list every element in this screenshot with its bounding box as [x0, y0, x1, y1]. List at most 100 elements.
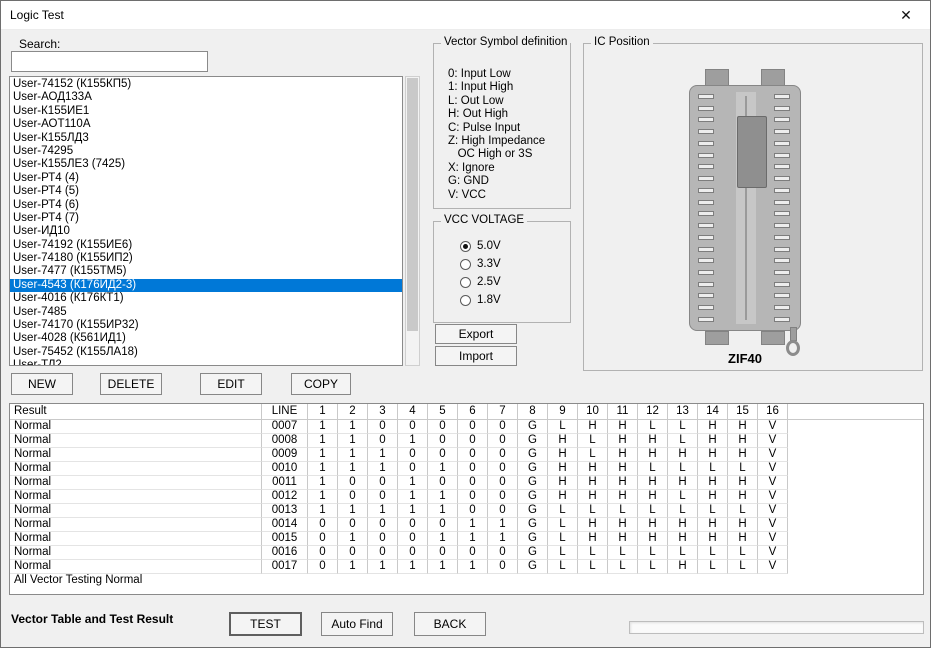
table-header-cell: 15 [728, 404, 758, 420]
list-item[interactable]: User-74180 (К155ИП2) [10, 252, 402, 265]
table-header-cell: 4 [398, 404, 428, 420]
list-item[interactable]: User-4028 (К561ИД1) [10, 332, 402, 345]
list-item[interactable]: User-7485 [10, 306, 402, 319]
table-row[interactable]: Normal 0015 0 1 0 0 1 1 1 G L H H H H H H V [10, 532, 923, 546]
list-item[interactable]: User-74152 (К155КП5) [10, 78, 402, 91]
list-item[interactable]: User-4016 (К176КТ1) [10, 292, 402, 305]
pin-value-cell: 0 [368, 434, 398, 448]
socket-pin-slot [774, 281, 790, 287]
ic-list[interactable]: User-74152 (К155КП5) User-АОД133А User-К15… [9, 76, 403, 366]
socket-pin-slot [698, 140, 714, 146]
list-item[interactable]: User-К155ЛД3 [10, 132, 402, 145]
test-button[interactable]: TEST [229, 612, 302, 636]
list-scrollbar[interactable] [405, 76, 420, 366]
table-row-filler [788, 434, 923, 448]
list-item[interactable]: User-75452 (К155ЛА18) [10, 346, 402, 359]
table-row[interactable]: Normal 0016 0 0 0 0 0 0 0 G L L L L L L L V [10, 546, 923, 560]
export-button[interactable]: Export [435, 324, 517, 344]
symbol-definition-line: L: Out Low [448, 94, 504, 107]
vcc-option-3-3v[interactable]: 3.3V [460, 255, 501, 273]
list-item[interactable]: User-7477 (К155ТМ5) [10, 265, 402, 278]
pin-value-cell: H [638, 448, 668, 462]
pin-value-cell: 0 [308, 518, 338, 532]
socket-pin-slot [698, 316, 714, 322]
table-header-cell: 11 [608, 404, 638, 420]
socket-pin-slot [774, 94, 790, 99]
table-header-cell: 5 [428, 404, 458, 420]
pin-value-cell: L [698, 546, 728, 560]
table-row[interactable]: Normal 0008 1 1 0 1 0 0 0 G H L H H L H H V [10, 434, 923, 448]
list-item[interactable]: User-РТ4 (6) [10, 199, 402, 212]
line-cell: 0007 [262, 420, 308, 434]
table-row[interactable]: Normal 0012 1 0 0 1 1 0 0 G H H H H L H H V [10, 490, 923, 504]
list-item[interactable]: User-К155ИЕ1 [10, 105, 402, 118]
list-item[interactable]: User-АОД133А [10, 91, 402, 104]
socket-pin-slot [698, 94, 714, 99]
vcc-option-label: 3.3V [477, 258, 501, 270]
vcc-option-2-5v[interactable]: 2.5V [460, 273, 501, 291]
table-header-cell: 2 [338, 404, 368, 420]
table-header-cell: 1 [308, 404, 338, 420]
pin-value-cell: H [668, 518, 698, 532]
line-cell: 0009 [262, 448, 308, 462]
back-button[interactable]: BACK [414, 612, 486, 636]
table-header-cell: 8 [518, 404, 548, 420]
pin-value-cell: 1 [488, 532, 518, 546]
search-input[interactable] [11, 51, 208, 72]
pin-value-cell: G [518, 420, 548, 434]
list-item[interactable]: User-ИД10 [10, 225, 402, 238]
socket-pin-slot [774, 258, 790, 264]
pin-value-cell: 0 [428, 420, 458, 434]
pin-value-cell: H [608, 476, 638, 490]
symbol-definition-line: V: VCC [448, 188, 486, 201]
import-button[interactable]: Import [435, 346, 517, 366]
pin-value-cell: 1 [338, 434, 368, 448]
vcc-option-5-0v[interactable]: 5.0V [460, 237, 501, 255]
list-item[interactable]: User-74170 (К155ИР32) [10, 319, 402, 332]
line-cell: 0014 [262, 518, 308, 532]
new-button[interactable]: NEW [11, 373, 73, 395]
list-item[interactable]: User-ТЛ2 [10, 359, 402, 365]
list-item[interactable]: User-РТ4 (4) [10, 172, 402, 185]
edit-button[interactable]: EDIT [200, 373, 262, 395]
table-row-filler [788, 448, 923, 462]
table-row[interactable]: Normal 0007 1 1 0 0 0 0 0 G L H H L L H H V [10, 420, 923, 434]
pin-value-cell: 1 [338, 532, 368, 546]
table-row-filler [788, 532, 923, 546]
table-row[interactable]: Normal 0011 1 0 0 1 0 0 0 G H H H H H H H V [10, 476, 923, 490]
pin-value-cell: H [728, 476, 758, 490]
pin-value-cell: 0 [368, 518, 398, 532]
pin-value-cell: V [758, 532, 788, 546]
socket-pin-slot [774, 176, 790, 182]
copy-button[interactable]: COPY [291, 373, 351, 395]
summary-text: All Vector Testing Normal [14, 574, 143, 586]
socket-pin-slot [698, 270, 714, 276]
list-item[interactable]: User-4543 (К176ИД2-3) [10, 278, 402, 293]
list-item[interactable]: User-РТ4 (7) [10, 212, 402, 225]
table-header-cell: 9 [548, 404, 578, 420]
pin-value-cell: 0 [368, 532, 398, 546]
table-header-cell: 3 [368, 404, 398, 420]
pin-value-cell: 1 [308, 448, 338, 462]
table-row[interactable]: Normal 0014 0 0 0 0 0 1 1 G L H H H H H H V [10, 518, 923, 532]
table-row[interactable]: Normal 0009 1 1 1 0 0 0 0 G H L H H H H H V [10, 448, 923, 462]
table-row-filler [788, 546, 923, 560]
pin-value-cell: 1 [488, 518, 518, 532]
pin-value-cell: 1 [338, 462, 368, 476]
list-item[interactable]: User-74192 (К155ИЕ6) [10, 239, 402, 252]
list-item[interactable]: User-АОТ110А [10, 118, 402, 131]
pin-value-cell: H [668, 448, 698, 462]
auto-find-button[interactable]: Auto Find [321, 612, 393, 636]
progress-bar [629, 621, 924, 634]
close-button[interactable]: ✕ [891, 3, 921, 27]
vcc-option-1-8v[interactable]: 1.8V [460, 291, 501, 309]
list-item[interactable]: User-К155ЛЕ3 (7425) [10, 158, 402, 171]
table-row[interactable]: Normal 0010 1 1 1 0 1 0 0 G H H H L L L L V [10, 462, 923, 476]
delete-button[interactable]: DELETE [100, 373, 162, 395]
pin-value-cell: 1 [398, 490, 428, 504]
list-item[interactable]: User-74295 [10, 145, 402, 158]
table-row[interactable]: Normal 0013 1 1 1 1 1 0 0 G L L L L L L L V [10, 504, 923, 518]
scrollbar-thumb[interactable] [407, 78, 418, 331]
table-row[interactable]: Normal 0017 0 1 1 1 1 1 0 G L L L L H L L V [10, 560, 923, 574]
list-item[interactable]: User-РТ4 (5) [10, 185, 402, 198]
